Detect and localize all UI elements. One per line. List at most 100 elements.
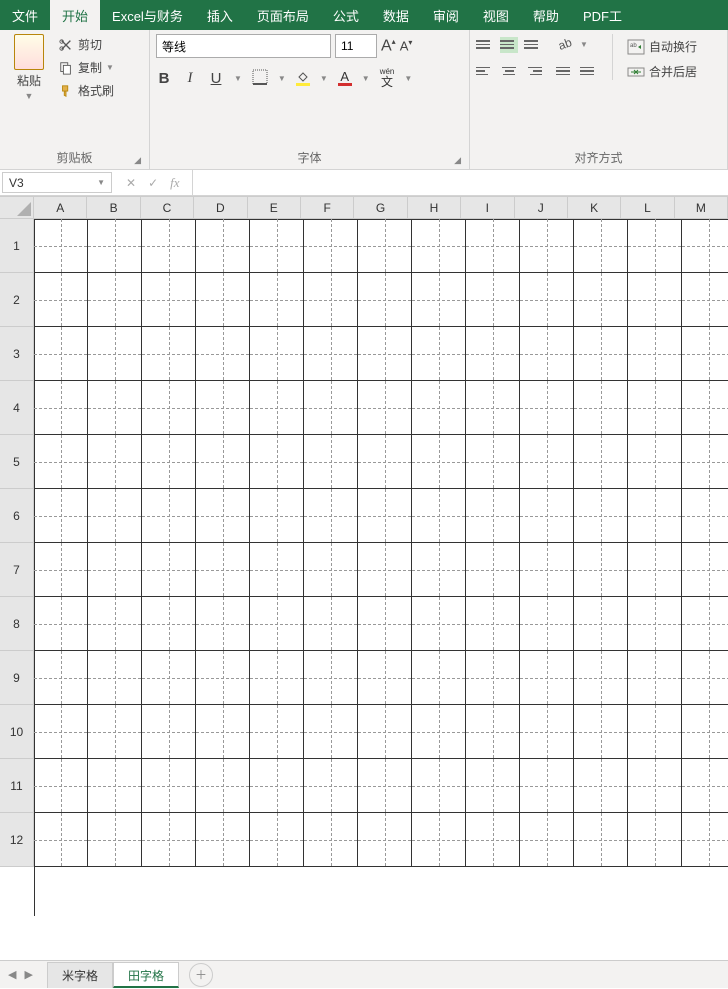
cell[interactable] [304,219,358,273]
increase-indent-button[interactable] [580,63,598,79]
cell[interactable] [142,219,196,273]
cell[interactable] [304,273,358,327]
tab-help[interactable]: 帮助 [521,0,571,30]
cell[interactable] [88,705,142,759]
cell[interactable] [34,597,88,651]
cell[interactable] [574,489,628,543]
cell[interactable] [574,651,628,705]
cell[interactable] [358,381,412,435]
column-header[interactable]: D [194,197,247,218]
cell[interactable] [358,813,412,867]
tab-file[interactable]: 文件 [0,0,50,30]
cell[interactable] [34,543,88,597]
cell[interactable] [520,381,574,435]
cell[interactable] [34,705,88,759]
cell[interactable] [412,219,466,273]
align-top-button[interactable] [476,37,494,53]
cell[interactable] [34,489,88,543]
column-header[interactable]: M [675,197,728,218]
row-header[interactable]: 12 [0,813,33,867]
cell[interactable] [682,273,728,327]
cell[interactable] [412,705,466,759]
column-header[interactable]: G [354,197,407,218]
cell[interactable] [358,543,412,597]
add-sheet-button[interactable]: ＋ [189,963,213,987]
cell[interactable] [574,705,628,759]
dialog-launcher-icon[interactable]: ◢ [454,155,461,166]
cell[interactable] [574,435,628,489]
cell[interactable] [196,435,250,489]
underline-button[interactable]: U [208,70,224,87]
cell[interactable] [88,381,142,435]
cell[interactable] [34,273,88,327]
row-header[interactable]: 10 [0,705,33,759]
cell[interactable] [682,435,728,489]
cell[interactable] [520,435,574,489]
cell[interactable] [628,219,682,273]
cell[interactable] [682,381,728,435]
cell[interactable] [304,759,358,813]
row-header[interactable]: 5 [0,435,33,489]
row-header[interactable]: 8 [0,597,33,651]
cell[interactable] [304,543,358,597]
cell[interactable] [412,435,466,489]
cell[interactable] [304,327,358,381]
cell[interactable] [412,759,466,813]
cell[interactable] [682,597,728,651]
font-color-button[interactable]: A [338,71,352,86]
column-header[interactable]: I [461,197,514,218]
formula-input[interactable] [193,170,728,195]
cell[interactable] [250,435,304,489]
tab-home[interactable]: 开始 [50,0,100,30]
orientation-button[interactable]: ab [556,34,574,55]
decrease-indent-button[interactable] [556,63,574,79]
cell[interactable] [682,489,728,543]
cell[interactable] [412,651,466,705]
tab-pdf[interactable]: PDF工 [571,0,634,30]
cell[interactable] [682,759,728,813]
merge-center-button[interactable]: 合并后居 [627,63,697,80]
phonetic-button[interactable]: wén 文 [380,68,395,88]
cell[interactable] [304,489,358,543]
cell[interactable] [466,597,520,651]
tab-view[interactable]: 视图 [471,0,521,30]
cell[interactable] [250,813,304,867]
cell[interactable] [466,219,520,273]
column-header[interactable]: H [408,197,461,218]
column-header[interactable]: E [248,197,301,218]
cell[interactable] [682,543,728,597]
column-header[interactable]: B [87,197,140,218]
cell[interactable] [412,327,466,381]
cell[interactable] [88,759,142,813]
align-middle-button[interactable] [500,37,518,53]
cell[interactable] [142,651,196,705]
cell[interactable] [34,759,88,813]
dropdown-icon[interactable]: ▼ [320,74,328,83]
cell[interactable] [142,597,196,651]
next-sheet-icon[interactable]: ▶ [24,968,32,981]
cell[interactable] [358,705,412,759]
cell[interactable] [628,759,682,813]
cell[interactable] [466,705,520,759]
cell[interactable] [628,327,682,381]
cell[interactable] [358,597,412,651]
cell[interactable] [466,489,520,543]
cell[interactable] [250,273,304,327]
cell[interactable] [142,489,196,543]
cell[interactable] [682,705,728,759]
align-left-button[interactable] [476,63,494,79]
cell-grid[interactable] [34,219,728,916]
cell[interactable] [520,651,574,705]
name-box[interactable]: V3 ▼ [2,172,112,193]
cell[interactable] [682,327,728,381]
cell[interactable] [250,489,304,543]
cell[interactable] [412,273,466,327]
row-header[interactable]: 3 [0,327,33,381]
cell[interactable] [34,651,88,705]
cell[interactable] [574,597,628,651]
cell[interactable] [574,543,628,597]
cell[interactable] [250,759,304,813]
cell[interactable] [520,489,574,543]
dropdown-icon[interactable]: ▼ [234,74,242,83]
prev-sheet-icon[interactable]: ◀ [8,968,16,981]
